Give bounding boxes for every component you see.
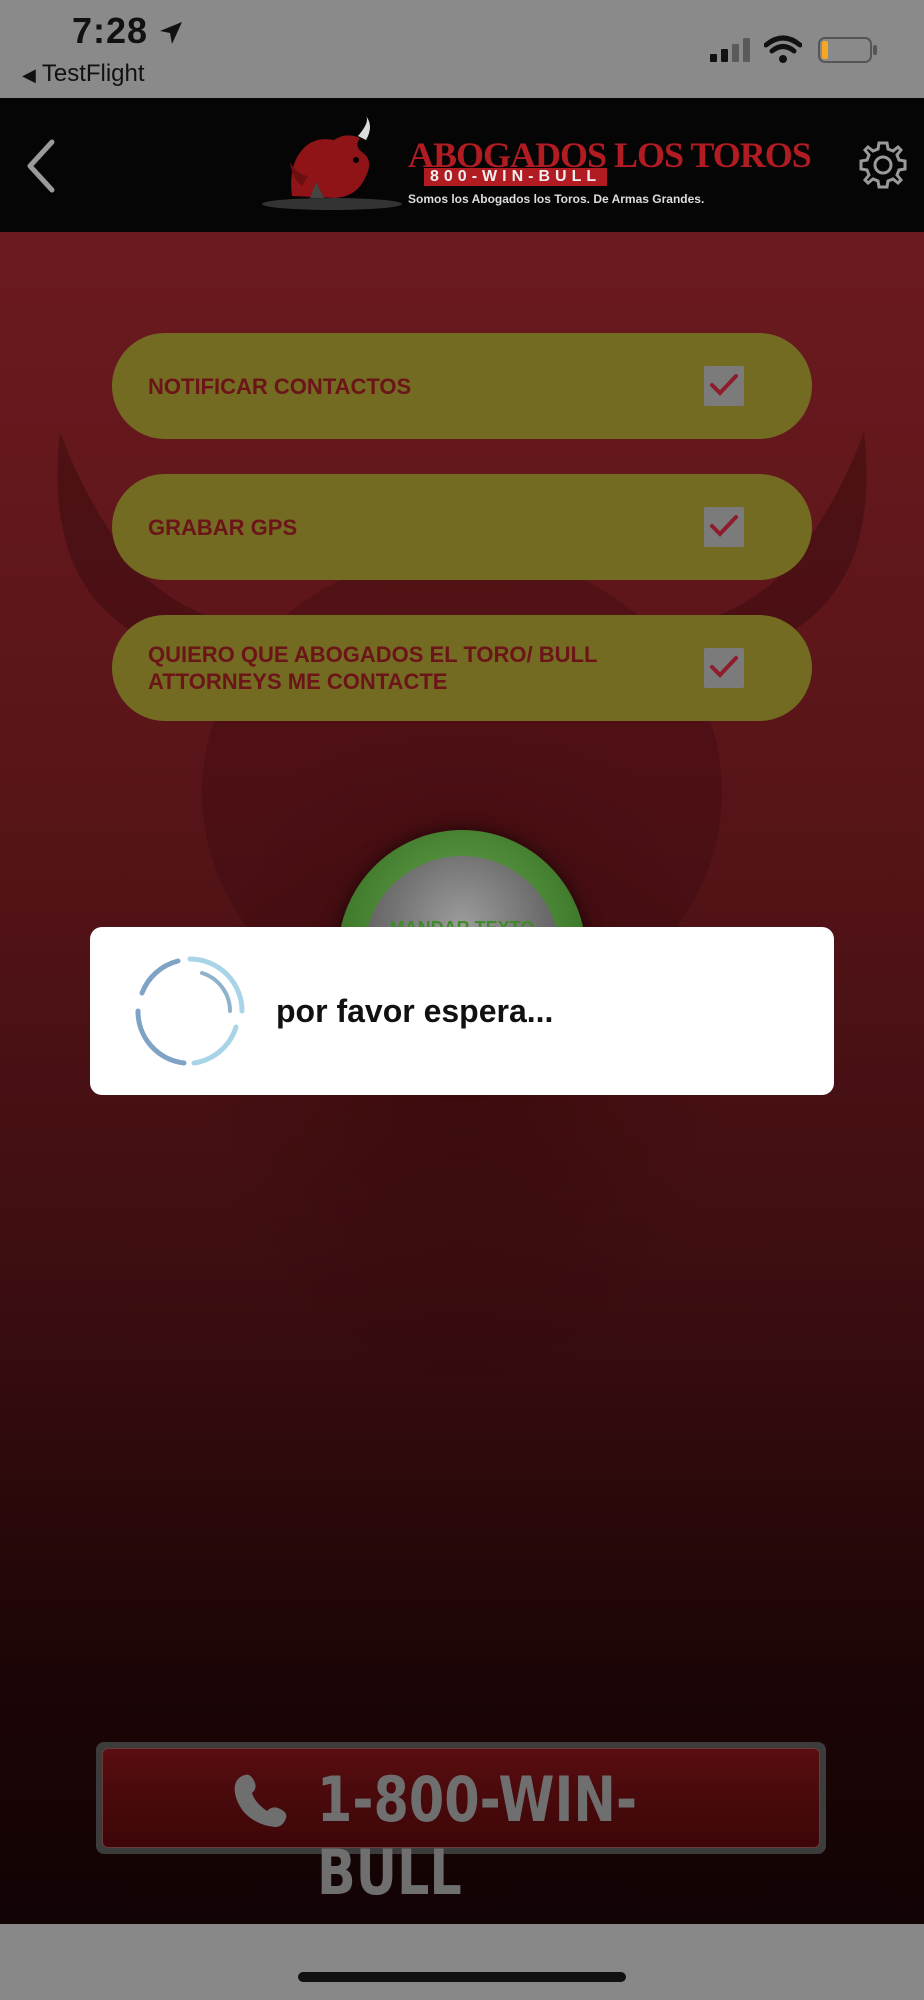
location-arrow-icon [158, 20, 184, 51]
phone-icon [231, 1771, 291, 1836]
call-button-label: 1-800-WIN-BULL [317, 1763, 638, 1909]
wifi-icon [763, 34, 803, 69]
back-chevron-icon[interactable] [22, 138, 62, 194]
option-checkbox[interactable] [704, 366, 744, 406]
loading-message: por favor espera... [276, 992, 554, 1029]
call-button-face: 1-800-WIN-BULL [102, 1748, 820, 1909]
loading-spinner-icon [132, 953, 248, 1074]
cellular-signal-icon [710, 38, 752, 67]
option-notify-contacts[interactable]: NOTIFICAR CONTACTOS [112, 333, 812, 439]
option-label: GRABAR GPS [148, 514, 298, 540]
bull-logo-icon [262, 116, 402, 210]
option-checkbox[interactable] [704, 507, 744, 547]
app-header: ABOGADOS LOS TOROS 800-WIN-BULL Somos lo… [0, 98, 924, 232]
settings-gear-icon[interactable] [858, 140, 908, 190]
abogados-los-toros-logo: ABOGADOS LOS TOROS 800-WIN-BULL Somos lo… [262, 116, 812, 216]
home-indicator[interactable] [298, 1972, 626, 1982]
checkmark-icon [710, 515, 738, 537]
checkmark-icon [710, 374, 738, 396]
back-app-label: TestFlight [41, 60, 145, 87]
option-label: NOTIFICAR CONTACTOS [148, 373, 412, 399]
option-label: QUIERO QUE ABOGADOS EL TORO/ BULL ATTORN… [148, 642, 598, 694]
checkmark-icon [710, 656, 738, 678]
option-checkbox[interactable] [704, 648, 744, 688]
back-triangle-icon: ◀ [22, 65, 36, 85]
option-attorney-contact[interactable]: QUIERO QUE ABOGADOS EL TORO/ BULL ATTORN… [112, 615, 812, 721]
logo-tagline: Somos los Abogados los Toros. De Armas G… [408, 192, 705, 206]
call-button[interactable]: 1-800-WIN-BULL [96, 1742, 826, 1909]
status-bar: 7:28 ◀ TestFlight [0, 0, 924, 98]
logo-phone: 800-WIN-BULL [424, 168, 608, 186]
home-indicator-area [0, 1924, 924, 2000]
option-record-gps[interactable]: GRABAR GPS [112, 474, 812, 580]
loading-dialog: por favor espera... [90, 927, 834, 1095]
back-to-app-link[interactable]: ◀ TestFlight [22, 60, 145, 88]
battery-icon [818, 36, 878, 69]
status-time: 7:28 [72, 10, 149, 51]
